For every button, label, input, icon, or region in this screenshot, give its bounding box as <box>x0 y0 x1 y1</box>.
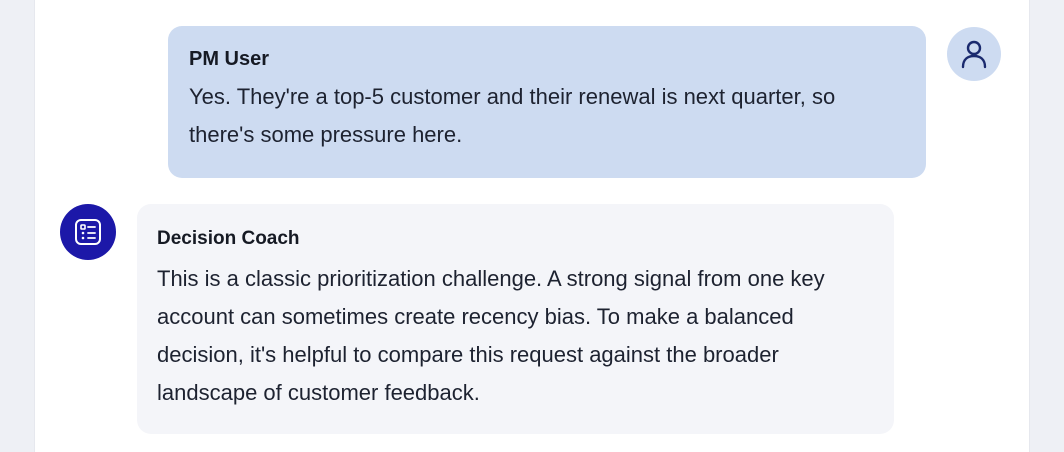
message-sender: PM User <box>189 48 270 70</box>
message-text: This is a classic prioritization challen… <box>157 266 825 405</box>
user-icon <box>961 40 987 69</box>
coach-message-bubble: Decision Coach This is a classic priorit… <box>137 204 894 434</box>
user-message-bubble: PM User Yes. They're a top-5 customer an… <box>168 26 926 178</box>
user-avatar <box>947 27 1001 81</box>
decision-checklist-icon <box>75 219 101 245</box>
message-sender: Decision Coach <box>157 228 300 249</box>
message-text: Yes. They're a top-5 customer and their … <box>189 84 836 147</box>
coach-avatar <box>60 204 116 260</box>
